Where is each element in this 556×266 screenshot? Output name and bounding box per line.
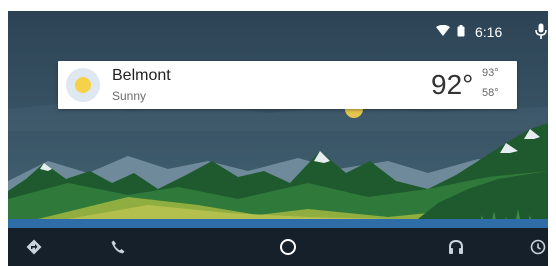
battery-icon [457,25,465,37]
wifi-icon [436,25,450,36]
notifications-button[interactable] [518,228,548,266]
mic-icon[interactable] [535,23,547,39]
status-bar: 6:16 [8,11,548,55]
low-temperature: 58° [482,87,499,99]
nav-bar [8,228,548,266]
current-temperature: 92° [431,69,474,100]
phone-button[interactable] [98,228,138,266]
weather-card[interactable]: Belmont Sunny 92° 93° 58° [58,61,517,109]
city-name: Belmont [112,67,171,84]
home-button[interactable] [268,228,308,266]
high-temperature: 93° [482,67,499,79]
home-icon [280,239,296,255]
phone-icon [111,240,125,254]
media-button[interactable] [436,228,476,266]
headphones-icon [449,239,463,254]
navigation-button[interactable] [14,228,54,266]
navigation-icon [26,239,42,255]
weather-condition: Sunny [112,89,147,103]
android-auto-screen: 6:16 Belmont Sunny 92° 93° 58° [8,11,548,266]
status-time: 6:16 [475,24,503,40]
notifications-icon [530,239,546,255]
sun-icon [66,68,100,102]
